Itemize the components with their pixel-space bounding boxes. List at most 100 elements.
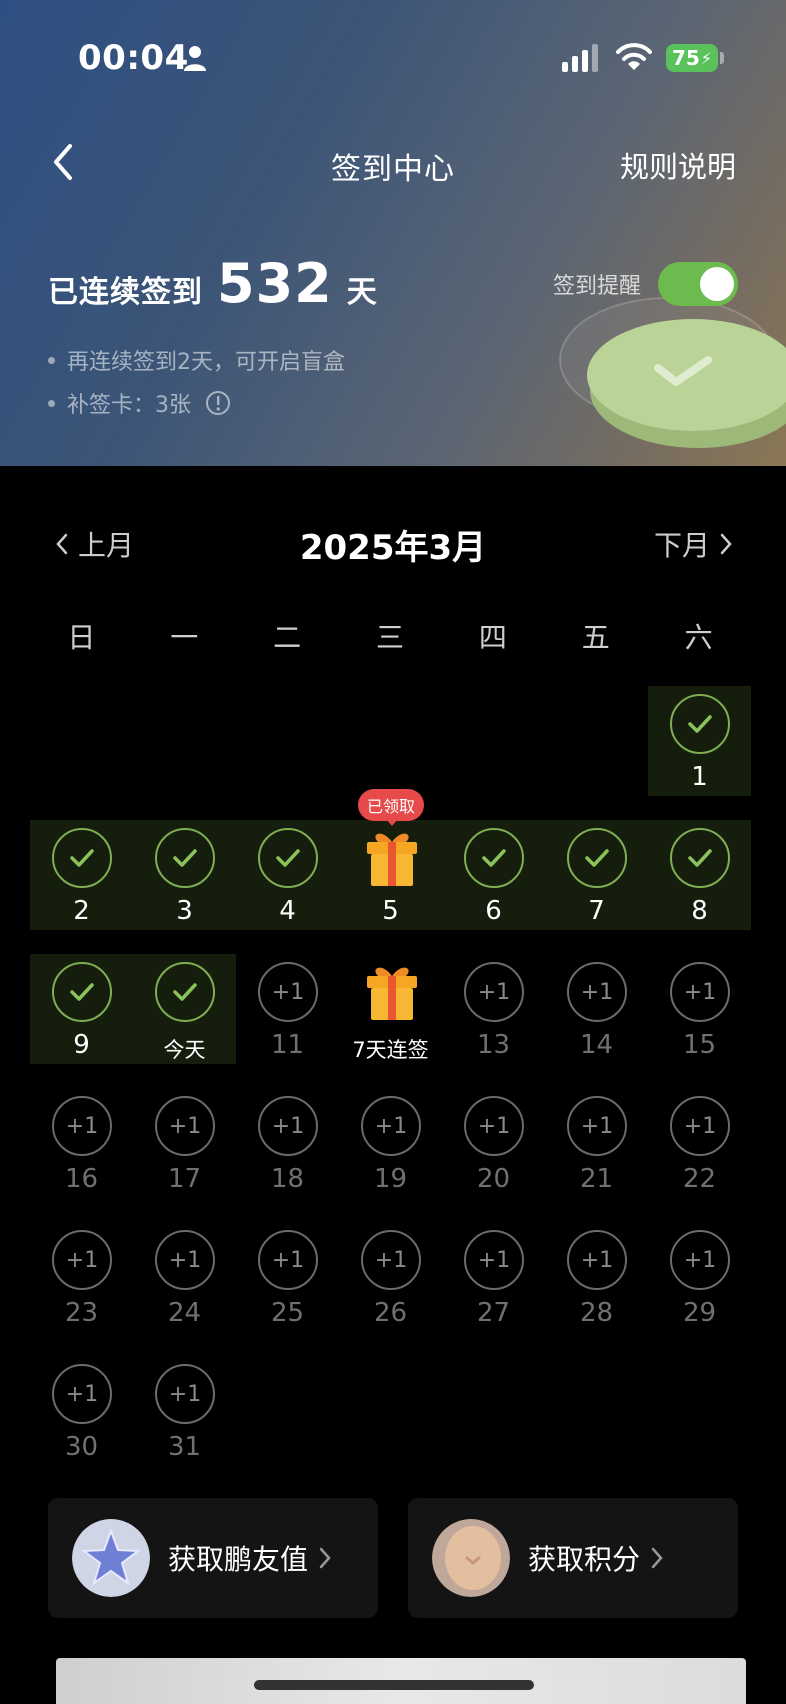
chevron-right-icon bbox=[319, 1547, 331, 1569]
calendar-day[interactable]: 7 bbox=[545, 820, 648, 940]
check-icon bbox=[173, 849, 197, 867]
bonus-circle: +1 bbox=[567, 1096, 627, 1156]
day-label: 20 bbox=[476, 1164, 511, 1194]
weekday-label: 六 bbox=[684, 621, 713, 654]
bonus-text: +1 bbox=[168, 1247, 202, 1273]
calendar-day[interactable]: 8 bbox=[648, 820, 751, 940]
check-icon bbox=[70, 983, 94, 1001]
calendar-day[interactable]: +1 14 bbox=[545, 954, 648, 1074]
day-label: 5 bbox=[382, 896, 399, 926]
calendar-day[interactable]: +1 26 bbox=[339, 1222, 442, 1342]
bonus-circle: +1 bbox=[670, 962, 730, 1022]
bonus-circle: +1 bbox=[464, 1230, 524, 1290]
chevron-right-icon bbox=[720, 533, 732, 555]
checked-circle bbox=[258, 828, 318, 888]
calendar-day[interactable]: +1 25 bbox=[236, 1222, 339, 1342]
coin-icon bbox=[432, 1519, 510, 1597]
calendar-day[interactable]: +1 19 bbox=[339, 1088, 442, 1208]
bonus-circle: +1 bbox=[670, 1096, 730, 1156]
next-month-button[interactable]: 下月 bbox=[654, 524, 734, 564]
weekday-label: 二 bbox=[273, 621, 302, 654]
bonus-text: +1 bbox=[477, 1247, 511, 1273]
bonus-text: +1 bbox=[683, 1247, 717, 1273]
bonus-circle: +1 bbox=[361, 1230, 421, 1290]
calendar-day[interactable]: 6 bbox=[442, 820, 545, 940]
day-label: 今天 bbox=[163, 1038, 206, 1062]
calendar-day[interactable]: +1 11 bbox=[236, 954, 339, 1074]
check-icon bbox=[482, 849, 506, 867]
checked-circle bbox=[52, 828, 112, 888]
calendar-day[interactable]: 7天连签 bbox=[339, 954, 442, 1074]
checked-circle bbox=[567, 828, 627, 888]
rules-link[interactable]: 规则说明 bbox=[620, 144, 736, 186]
bonus-circle: +1 bbox=[464, 1096, 524, 1156]
day-label: 1 bbox=[691, 762, 708, 792]
check-icon bbox=[585, 849, 609, 867]
calendar-day[interactable]: +1 20 bbox=[442, 1088, 545, 1208]
tip-blindbox: 再连续签到2天，可开启盲盒 bbox=[48, 344, 345, 376]
calendar-day[interactable]: +1 23 bbox=[30, 1222, 133, 1342]
calendar-day[interactable]: +1 30 bbox=[30, 1356, 133, 1476]
get-points-card[interactable]: 获取积分 bbox=[408, 1498, 738, 1618]
weekday-label: 一 bbox=[170, 621, 199, 654]
bonus-text: +1 bbox=[168, 1113, 202, 1139]
bonus-text: +1 bbox=[271, 1247, 305, 1273]
weekday-label: 四 bbox=[478, 621, 507, 654]
calendar-day[interactable]: +1 28 bbox=[545, 1222, 648, 1342]
calendar-day[interactable]: 9 bbox=[30, 954, 133, 1074]
checked-circle bbox=[155, 828, 215, 888]
check-icon bbox=[173, 983, 197, 1001]
status-bar: 00:04 75 ⚡ bbox=[0, 0, 786, 116]
calendar-day[interactable]: 5 bbox=[339, 820, 442, 940]
tip-text: 再连续签到2天，可开启盲盒 bbox=[67, 350, 345, 375]
get-friend-points-card[interactable]: 获取鹏友值 bbox=[48, 1498, 378, 1618]
bonus-circle: +1 bbox=[52, 1096, 112, 1156]
calendar-day[interactable]: +1 16 bbox=[30, 1088, 133, 1208]
calendar-day[interactable]: +1 13 bbox=[442, 954, 545, 1074]
gift-icon bbox=[367, 833, 417, 886]
calendar-day[interactable]: 3 bbox=[133, 820, 236, 940]
header-banner: 00:04 75 ⚡ 签到中心 规则说明 已连续签到 532 天 签到提醒 再连… bbox=[0, 0, 786, 466]
calendar-day[interactable]: +1 29 bbox=[648, 1222, 751, 1342]
calendar-day[interactable]: +1 15 bbox=[648, 954, 751, 1074]
weekday-label: 三 bbox=[376, 621, 405, 654]
day-label: 7天连签 bbox=[352, 1038, 429, 1062]
checked-circle bbox=[670, 828, 730, 888]
bonus-text: +1 bbox=[65, 1113, 99, 1139]
status-time: 00:04 bbox=[78, 38, 189, 78]
bonus-circle: +1 bbox=[567, 962, 627, 1022]
battery-cap bbox=[720, 52, 724, 64]
day-label: 4 bbox=[279, 896, 296, 926]
bonus-text: +1 bbox=[168, 1381, 202, 1407]
day-label: 25 bbox=[270, 1298, 305, 1328]
reminder-label: 签到提醒 bbox=[553, 274, 642, 299]
calendar-day[interactable]: 2 bbox=[30, 820, 133, 940]
bonus-text: +1 bbox=[374, 1113, 408, 1139]
day-label: 21 bbox=[579, 1164, 614, 1194]
calendar-day[interactable]: +1 22 bbox=[648, 1088, 751, 1208]
calendar-day[interactable]: +1 31 bbox=[133, 1356, 236, 1476]
info-icon[interactable] bbox=[205, 390, 231, 416]
day-label: 7 bbox=[588, 896, 605, 926]
weekday-label: 日 bbox=[67, 621, 96, 654]
calendar-day[interactable]: 1 bbox=[648, 686, 751, 806]
bonus-text: +1 bbox=[65, 1247, 99, 1273]
calendar-day[interactable]: +1 27 bbox=[442, 1222, 545, 1342]
calendar-day[interactable]: +1 18 bbox=[236, 1088, 339, 1208]
calendar-day[interactable]: +1 17 bbox=[133, 1088, 236, 1208]
calendar-day[interactable]: +1 21 bbox=[545, 1088, 648, 1208]
day-label: 29 bbox=[682, 1298, 717, 1328]
weekday-label: 五 bbox=[581, 621, 610, 654]
star-crystal-icon bbox=[72, 1519, 150, 1597]
wifi-icon bbox=[616, 43, 652, 70]
reminder-toggle[interactable] bbox=[658, 262, 738, 306]
bonus-circle: +1 bbox=[155, 1230, 215, 1290]
gift-icon bbox=[367, 967, 417, 1020]
streak-summary: 已连续签到 532 天 bbox=[48, 252, 377, 315]
calendar-day[interactable]: 4 bbox=[236, 820, 339, 940]
calendar-day[interactable]: 今天 bbox=[133, 954, 236, 1074]
day-label: 2 bbox=[73, 896, 90, 926]
calendar-day[interactable]: +1 24 bbox=[133, 1222, 236, 1342]
bonus-text: +1 bbox=[65, 1381, 99, 1407]
bonus-text: +1 bbox=[580, 1247, 614, 1273]
